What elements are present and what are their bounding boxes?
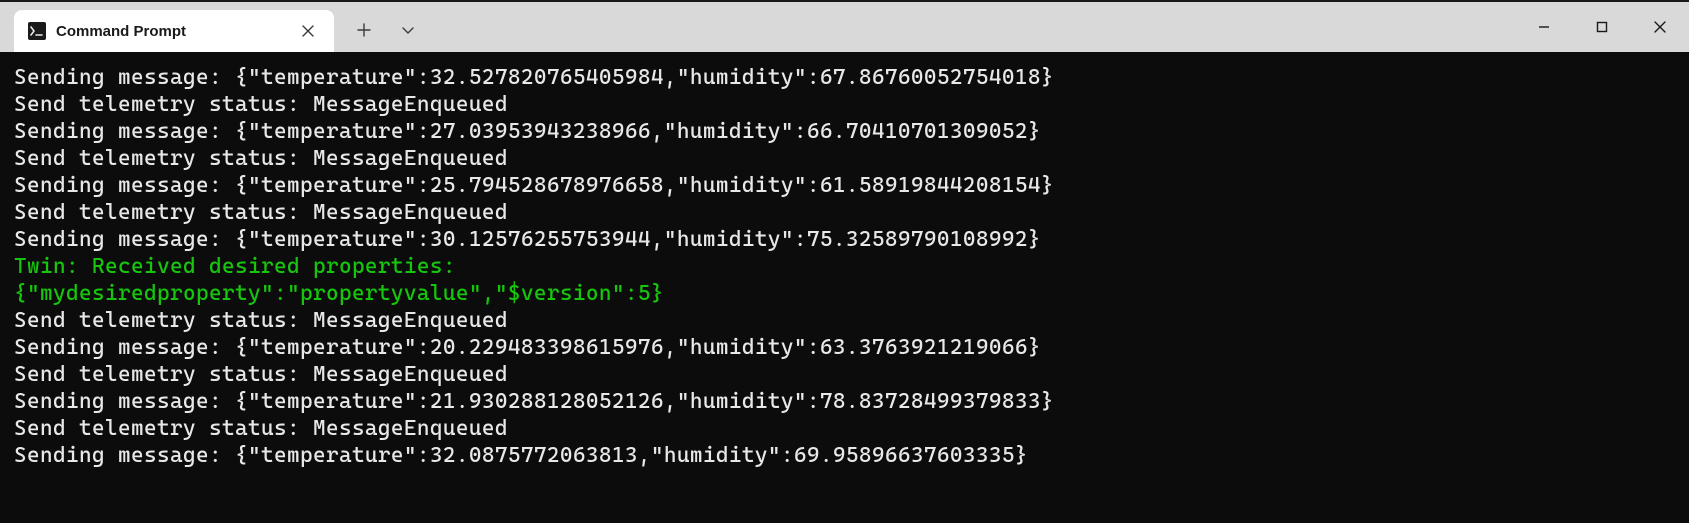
command-prompt-icon <box>28 22 46 40</box>
terminal-line: Send telemetry status: MessageEnqueued <box>14 415 1675 442</box>
terminal-line: Sending message: {"temperature":27.03953… <box>14 118 1675 145</box>
new-tab-button[interactable] <box>342 10 386 50</box>
terminal-line: Send telemetry status: MessageEnqueued <box>14 199 1675 226</box>
terminal-line: Sending message: {"temperature":20.22948… <box>14 334 1675 361</box>
tab-strip: Command Prompt <box>0 2 334 52</box>
terminal-line: Sending message: {"temperature":30.12576… <box>14 226 1675 253</box>
tab-controls <box>334 2 438 52</box>
titlebar-drag-area[interactable] <box>438 2 1515 52</box>
terminal-line: Sending message: {"temperature":32.52782… <box>14 64 1675 91</box>
terminal-line: Sending message: {"temperature":21.93028… <box>14 388 1675 415</box>
minimize-button[interactable] <box>1515 2 1573 52</box>
terminal-line: Sending message: {"temperature":32.08757… <box>14 442 1675 469</box>
maximize-button[interactable] <box>1573 2 1631 52</box>
terminal-line: Twin: Received desired properties: <box>14 253 1675 280</box>
terminal-line: Send telemetry status: MessageEnqueued <box>14 307 1675 334</box>
terminal-line: Send telemetry status: MessageEnqueued <box>14 145 1675 172</box>
terminal-line: {"mydesiredproperty":"propertyvalue","$v… <box>14 280 1675 307</box>
terminal-line: Sending message: {"temperature":25.79452… <box>14 172 1675 199</box>
close-tab-button[interactable] <box>296 19 320 43</box>
tab-command-prompt[interactable]: Command Prompt <box>14 10 334 52</box>
tab-dropdown-button[interactable] <box>386 10 430 50</box>
close-window-button[interactable] <box>1631 2 1689 52</box>
titlebar: Command Prompt <box>0 0 1689 52</box>
tab-title: Command Prompt <box>56 23 286 40</box>
terminal-line: Send telemetry status: MessageEnqueued <box>14 361 1675 388</box>
terminal-output[interactable]: Sending message: {"temperature":32.52782… <box>0 52 1689 523</box>
window-controls <box>1515 2 1689 52</box>
terminal-line: Send telemetry status: MessageEnqueued <box>14 91 1675 118</box>
